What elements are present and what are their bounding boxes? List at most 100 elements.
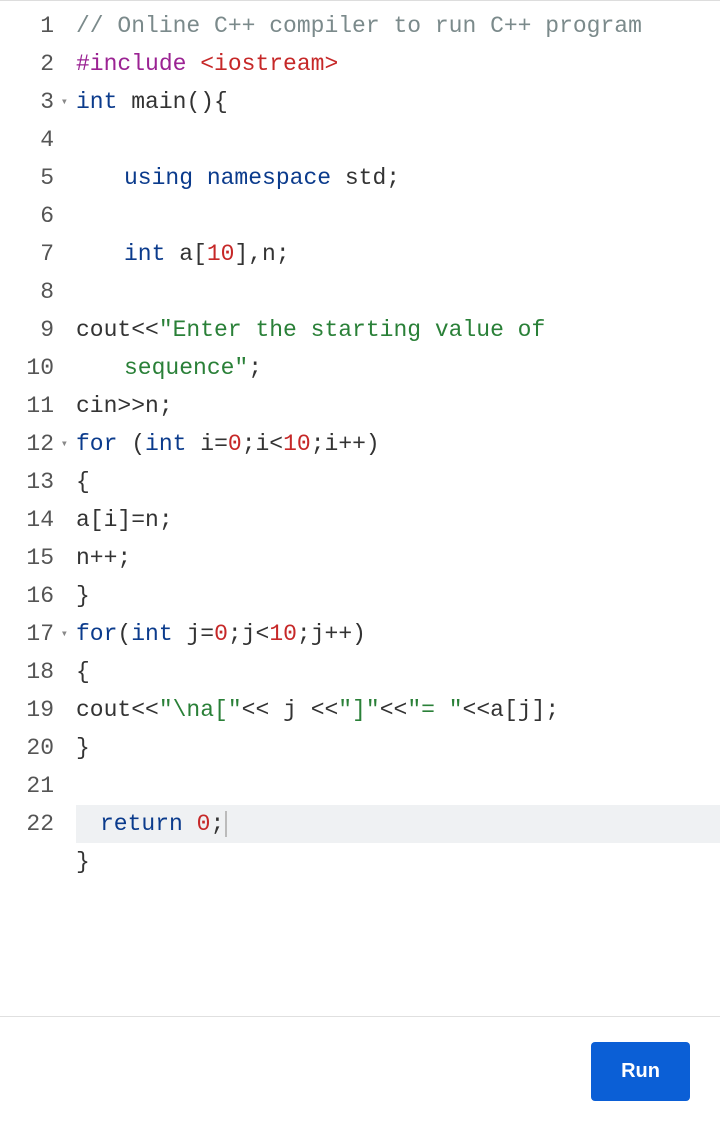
token: int: [76, 89, 117, 115]
token: j: [283, 697, 311, 723]
token: a[j];: [490, 697, 559, 723]
token: 0: [214, 621, 228, 647]
token: int: [131, 621, 172, 647]
token: 10: [207, 241, 235, 267]
token: [117, 89, 131, 115]
token: using: [124, 165, 193, 191]
token: j=: [186, 621, 214, 647]
token: cout: [76, 317, 131, 343]
token: }: [76, 583, 90, 609]
code-line[interactable]: int main(){: [76, 83, 720, 121]
code-line[interactable]: [76, 197, 720, 235]
code-line[interactable]: }: [76, 577, 720, 615]
token: cout: [76, 697, 131, 723]
gutter-line: 4: [0, 121, 62, 159]
gutter-line: 21: [0, 767, 62, 805]
token: (: [117, 621, 131, 647]
token: ],n;: [234, 241, 289, 267]
token: a[: [179, 241, 207, 267]
gutter-line: 5: [0, 159, 62, 197]
token: [183, 811, 197, 837]
token: }: [76, 849, 90, 875]
gutter-line: 12▾: [0, 425, 62, 463]
code-line[interactable]: }: [76, 843, 720, 881]
token: 0: [228, 431, 242, 457]
token: "\na[": [159, 697, 242, 723]
run-bar: Run: [0, 1016, 720, 1126]
code-line[interactable]: return 0;: [76, 805, 720, 843]
token: ;: [210, 811, 224, 837]
code-line[interactable]: #include <iostream>: [76, 45, 720, 83]
token: ;j<: [228, 621, 269, 647]
token: for: [76, 431, 117, 457]
gutter-line: 10: [0, 349, 62, 387]
token: {: [76, 659, 90, 685]
token: int: [145, 431, 186, 457]
token: n++;: [76, 545, 131, 571]
gutter-line: 13: [0, 463, 62, 501]
token: a[i]=n;: [76, 507, 173, 533]
code-line[interactable]: cout<<"\na["<< j <<"]"<<"= "<<a[j];: [76, 691, 720, 729]
gutter-line: 11: [0, 387, 62, 425]
editor-container: 123▾456789101112▾1314151617▾1819202122 /…: [0, 0, 720, 1126]
gutter-line: 3▾: [0, 83, 62, 121]
code-line[interactable]: for (int i=0;i<10;i++): [76, 425, 720, 463]
gutter-line: 9: [0, 311, 62, 349]
token: ;i<: [242, 431, 283, 457]
token: {: [76, 469, 90, 495]
gutter-line: 2: [0, 45, 62, 83]
token: 10: [283, 431, 311, 457]
token: [331, 165, 345, 191]
token: return: [100, 811, 183, 837]
gutter-line: 8: [0, 273, 62, 311]
code-line[interactable]: cin>>n;: [76, 387, 720, 425]
gutter-line: 7: [0, 235, 62, 273]
token: <<: [131, 697, 159, 723]
gutter-line: 16: [0, 577, 62, 615]
gutter-line: 6: [0, 197, 62, 235]
code-line[interactable]: // Online C++ compiler to run C++ progra…: [76, 7, 720, 45]
code-line[interactable]: {: [76, 463, 720, 501]
gutter-line: 15: [0, 539, 62, 577]
token: sequence": [124, 355, 248, 381]
code-area[interactable]: // Online C++ compiler to run C++ progra…: [62, 1, 720, 1016]
code-line[interactable]: [76, 767, 720, 805]
token: cin: [76, 393, 117, 419]
token: <<: [463, 697, 491, 723]
token: // Online C++ compiler to run C++ progra…: [76, 13, 642, 39]
token: for: [76, 621, 117, 647]
gutter-line: 22: [0, 805, 62, 843]
code-line[interactable]: [76, 121, 720, 159]
token: std;: [345, 165, 400, 191]
token: "]": [338, 697, 379, 723]
token: >>: [117, 393, 145, 419]
token: ;j++): [297, 621, 366, 647]
code-line[interactable]: [76, 273, 720, 311]
token: [165, 241, 179, 267]
run-button[interactable]: Run: [591, 1042, 690, 1101]
code-line[interactable]: using namespace std;: [76, 159, 720, 197]
token: 0: [197, 811, 211, 837]
code-line[interactable]: {: [76, 653, 720, 691]
token: 10: [269, 621, 297, 647]
code-line[interactable]: cout<<"Enter the starting value of: [76, 311, 720, 349]
token: <<: [131, 317, 159, 343]
code-line[interactable]: sequence";: [76, 349, 720, 387]
token: namespace: [207, 165, 331, 191]
code-line[interactable]: n++;: [76, 539, 720, 577]
code-line[interactable]: }: [76, 729, 720, 767]
token: <iostream>: [200, 51, 338, 77]
token: i=: [200, 431, 228, 457]
code-line[interactable]: int a[10],n;: [76, 235, 720, 273]
token: int: [124, 241, 165, 267]
token: "Enter the starting value of: [159, 317, 559, 343]
gutter-line: 14: [0, 501, 62, 539]
token: ;: [248, 355, 262, 381]
code-line[interactable]: for(int j=0;j<10;j++): [76, 615, 720, 653]
token: main(){: [131, 89, 228, 115]
token: ;i++): [311, 431, 380, 457]
gutter-line: 20: [0, 729, 62, 767]
token: <<: [242, 697, 283, 723]
token: <<: [380, 697, 408, 723]
code-line[interactable]: a[i]=n;: [76, 501, 720, 539]
